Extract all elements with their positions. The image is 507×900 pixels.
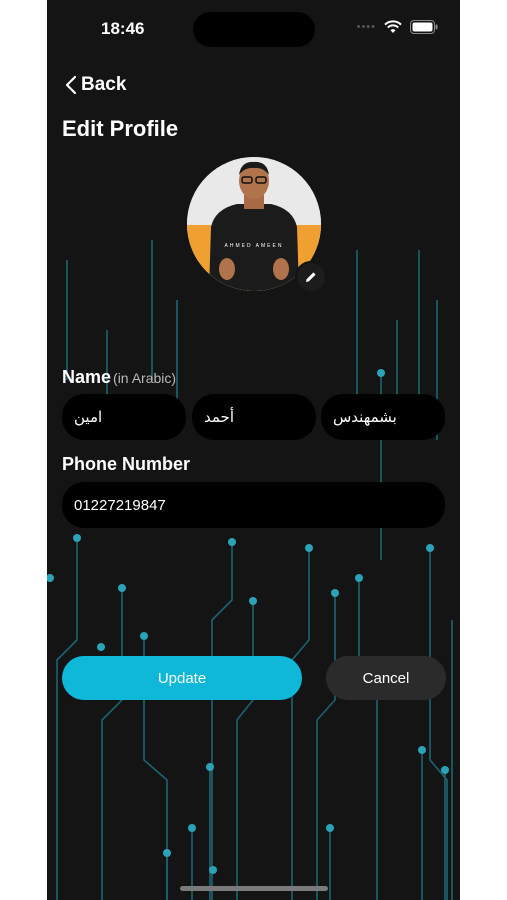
name-field-title-value: بشمهندس: [333, 409, 397, 426]
edit-avatar-button[interactable]: [295, 261, 327, 293]
name-label: Name (in Arabic): [62, 367, 176, 388]
back-label: Back: [81, 74, 127, 95]
name-field-first[interactable]: أحمد: [192, 394, 316, 440]
pencil-icon: [306, 272, 316, 282]
status-icons: ••••: [357, 20, 438, 34]
name-field-last-value: امين: [74, 409, 103, 426]
name-field-last[interactable]: امين: [62, 394, 186, 440]
phone-label: Phone Number: [62, 454, 191, 474]
status-time: 18:46: [101, 19, 145, 38]
phone-screen: 18:46 •••• Back Edit Profile AHMED AMEEN…: [47, 0, 460, 900]
signal-dots-icon: ••••: [356, 21, 376, 33]
battery-icon: [410, 20, 438, 34]
name-field-title[interactable]: بشمهندس: [321, 394, 445, 440]
wifi-icon: [384, 20, 402, 33]
dynamic-island: [193, 12, 315, 47]
cancel-button[interactable]: Cancel: [326, 656, 446, 700]
page-title: Edit Profile: [62, 116, 179, 141]
chevron-left-icon: [65, 75, 77, 95]
name-field-first-value: أحمد: [204, 409, 234, 426]
phone-field-value: 01227219847: [74, 496, 166, 514]
phone-field[interactable]: 01227219847: [62, 482, 445, 528]
back-button[interactable]: Back: [65, 74, 126, 96]
shirt-text: AHMED AMEEN: [224, 243, 284, 249]
status-bar: 18:46 ••••: [47, 0, 460, 58]
name-sublabel: (in Arabic): [113, 370, 177, 386]
update-button[interactable]: Update: [62, 656, 302, 700]
profile-avatar[interactable]: AHMED AMEEN: [187, 157, 327, 293]
name-label-text: Name: [62, 367, 112, 387]
home-indicator[interactable]: [180, 886, 328, 891]
